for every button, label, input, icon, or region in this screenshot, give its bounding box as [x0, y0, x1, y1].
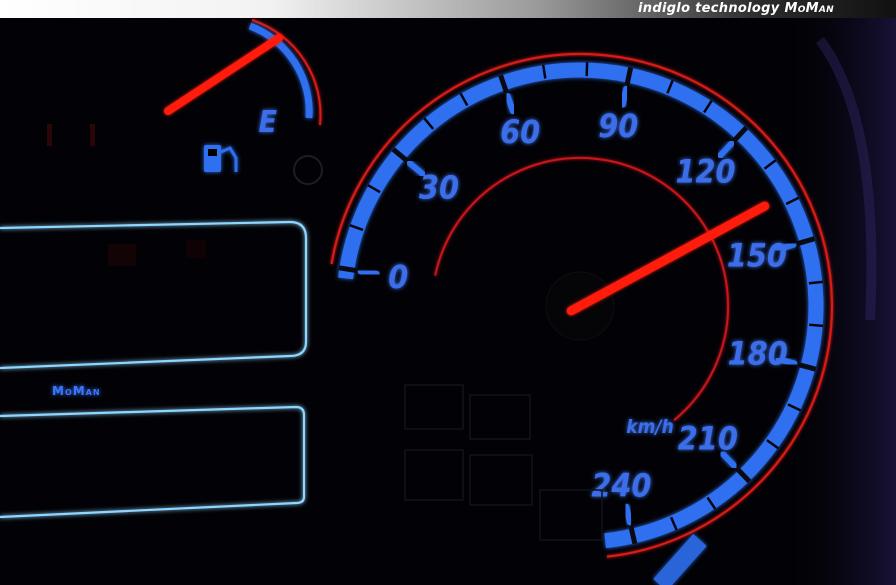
fuel-gauge: E	[164, 19, 323, 185]
faint-indicator-marks	[47, 124, 95, 146]
fuel-pump-icon	[204, 145, 238, 172]
left-info-panels: MoMan	[0, 220, 308, 519]
speed-label-180: 180	[728, 335, 788, 373]
lower-display-frame	[0, 405, 306, 519]
speedometer: 0 30 60 90 120 150 180 210 240 km/h	[330, 52, 834, 558]
minor-tick	[809, 323, 824, 328]
speed-label-30: 30	[419, 169, 459, 207]
speed-unit-label: km/h	[626, 416, 674, 438]
speed-label-60: 60	[500, 113, 540, 151]
blue-band-end	[653, 534, 707, 585]
speed-label-90: 90	[598, 107, 638, 145]
speed-label-120: 120	[675, 152, 735, 190]
major-tick-mark	[357, 268, 380, 277]
major-tick-mark	[504, 93, 516, 115]
speed-label-150: 150	[727, 236, 787, 274]
speed-label-0: 0	[388, 258, 408, 296]
right-ambient-glow	[780, 18, 896, 585]
fuel-needle	[164, 34, 283, 115]
warning-lamp-outline	[293, 155, 323, 185]
speed-label-240: 240	[591, 466, 651, 504]
faint-display-digits	[108, 240, 206, 266]
major-tick-mark	[619, 85, 630, 108]
speed-label-210: 210	[678, 419, 738, 457]
major-tick-mark	[623, 503, 633, 526]
warning-light-grid	[404, 384, 603, 541]
fuel-empty-label: E	[259, 105, 278, 140]
dashboard-scene: E 0 30 60 90 120 150 180 210 240 km/h Mo…	[0, 18, 896, 585]
panel-logo: MoMan	[52, 384, 101, 398]
upper-display-frame	[0, 220, 308, 370]
minor-tick	[808, 280, 823, 285]
